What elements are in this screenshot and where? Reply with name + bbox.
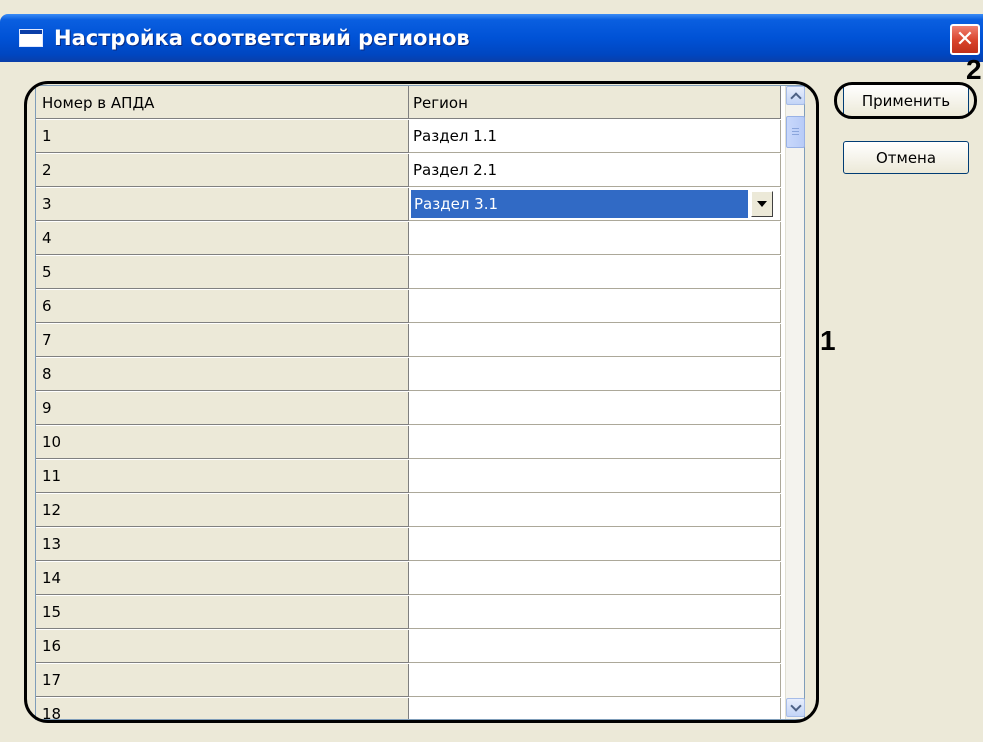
cell-region[interactable] [409,596,781,629]
apply-button[interactable]: Применить [843,84,969,117]
cell-number[interactable]: 13 [36,528,409,561]
cell-region[interactable]: Раздел 1.1 [409,120,781,153]
scroll-thumb[interactable] [786,116,805,148]
cell-region[interactable] [409,630,781,663]
cell-region[interactable]: Раздел 3.1 [409,188,781,221]
cell-region[interactable] [409,528,781,561]
cell-region[interactable] [409,460,781,493]
grid-header-row: Номер в АПДА Регион [36,86,804,120]
close-button[interactable]: ✕ [950,24,980,55]
cell-number[interactable]: 9 [36,392,409,425]
cancel-button[interactable]: Отмена [843,141,969,174]
cell-region[interactable] [409,426,781,459]
cell-number[interactable]: 16 [36,630,409,663]
table-row[interactable]: 12 [36,494,804,528]
vertical-scrollbar[interactable] [785,86,805,719]
cell-number[interactable]: 11 [36,460,409,493]
grip-line [792,134,799,135]
table-row[interactable]: 3 Раздел 3.1 [36,188,804,222]
table-row[interactable]: 6 [36,290,804,324]
column-header-number[interactable]: Номер в АПДА [36,86,409,119]
cell-number[interactable]: 1 [36,120,409,153]
table-row[interactable]: 9 [36,392,804,426]
table-row[interactable]: 13 [36,528,804,562]
cell-number[interactable]: 18 [36,698,409,719]
cell-number[interactable]: 8 [36,358,409,391]
cell-number[interactable]: 14 [36,562,409,595]
grip-line [792,131,799,132]
cell-number[interactable]: 5 [36,256,409,289]
callout-apply-label: 2 [966,54,982,85]
title-bar[interactable]: Настройка соответствий регионов ✕ [0,14,983,62]
cell-region[interactable] [409,256,781,289]
chevron-down-icon [757,201,767,207]
cell-region[interactable] [409,222,781,255]
cell-number[interactable]: 6 [36,290,409,323]
table-row[interactable]: 7 [36,324,804,358]
table-row[interactable]: 8 [36,358,804,392]
cell-number[interactable]: 4 [36,222,409,255]
dialog-window: Настройка соответствий регионов ✕ Номер … [0,0,983,742]
table-row[interactable]: 16 [36,630,804,664]
cell-number[interactable]: 17 [36,664,409,697]
table-row[interactable]: 1 Раздел 1.1 [36,120,804,154]
cell-region[interactable] [409,392,781,425]
cell-number[interactable]: 15 [36,596,409,629]
cell-region[interactable] [409,358,781,391]
region-mapping-grid[interactable]: Номер в АПДА Регион 1 Раздел 1.1 2 Раздел 2… [35,85,805,720]
cell-number[interactable]: 12 [36,494,409,527]
cell-region[interactable]: Раздел 2.1 [409,154,781,187]
region-dropdown-button[interactable] [751,191,773,217]
cell-region[interactable] [409,664,781,697]
table-row[interactable]: 18 [36,698,804,719]
table-row[interactable]: 14 [36,562,804,596]
cell-region[interactable] [409,494,781,527]
table-row[interactable]: 10 [36,426,804,460]
close-icon: ✕ [955,26,975,52]
grip-line [792,128,799,129]
table-row[interactable]: 5 [36,256,804,290]
cell-region[interactable] [409,562,781,595]
chevron-up-icon [789,91,802,104]
table-row[interactable]: 17 [36,664,804,698]
cell-region[interactable] [409,698,781,719]
table-row[interactable]: 11 [36,460,804,494]
callout-grid-label: 1 [820,325,836,356]
cell-number[interactable]: 10 [36,426,409,459]
cell-number[interactable]: 7 [36,324,409,357]
window-icon [19,29,43,47]
table-row[interactable]: 4 [36,222,804,256]
cell-number[interactable]: 2 [36,154,409,187]
cell-number[interactable]: 3 [36,188,409,221]
window-title: Настройка соответствий регионов [54,26,470,50]
region-select-value[interactable]: Раздел 3.1 [411,190,748,218]
column-header-region[interactable]: Регион [409,86,781,119]
cell-region[interactable] [409,324,781,357]
table-row[interactable]: 2 Раздел 2.1 [36,154,804,188]
table-row[interactable]: 15 [36,596,804,630]
cell-region[interactable] [409,290,781,323]
chevron-down-icon [789,699,802,712]
scroll-down-button[interactable] [786,698,805,717]
scroll-up-button[interactable] [786,86,805,105]
